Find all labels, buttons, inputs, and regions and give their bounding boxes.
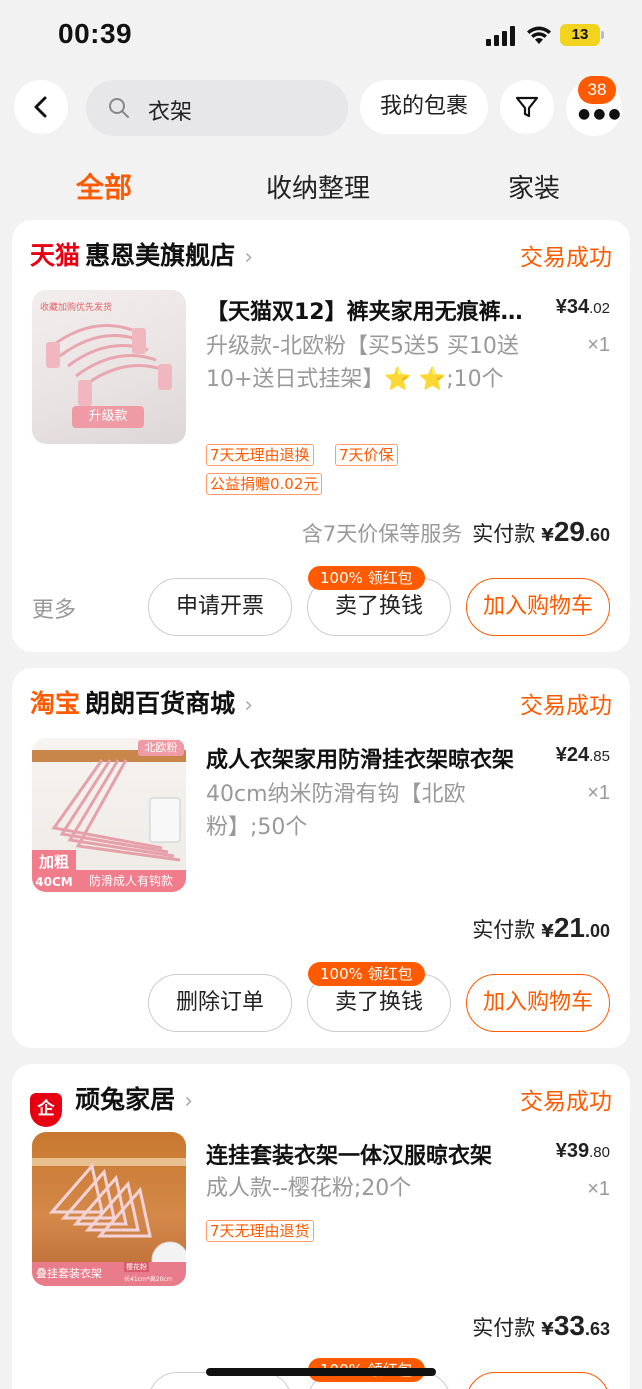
order-status: 交易成功: [520, 245, 612, 271]
back-button[interactable]: [14, 80, 68, 134]
chevron-right-icon: ›: [244, 245, 254, 270]
service-tag: 公益捐赠0.02元: [206, 473, 323, 495]
filter-button[interactable]: [500, 80, 554, 134]
tmall-logo: 天猫: [30, 241, 81, 270]
price-int: 34: [566, 296, 590, 318]
shop-name[interactable]: 顽兔家居: [75, 1085, 175, 1114]
product-sku: 升级款-北欧粉【买5送5 买10送10+送日式挂架】⭐ ⭐;10个: [206, 334, 519, 392]
search-icon: [109, 98, 129, 118]
search-toolbar: 衣架 我的包裹 ●●●: [0, 78, 642, 138]
product-price: ¥39.80: [555, 1140, 610, 1162]
thumb-size: 长41cm*高20cm: [124, 1276, 173, 1283]
service-tag: 7天价保: [335, 444, 398, 466]
notification-badge: 38: [578, 76, 616, 104]
paid-label: 实付款: [472, 1316, 536, 1340]
thumb-caption: 叠挂套装衣架: [36, 1267, 102, 1280]
paid-int: 21: [553, 912, 585, 943]
shop-row[interactable]: 淘宝 朗朗百货商城 › 交易成功: [30, 684, 612, 724]
paid-amount: 实付款 ¥33.63: [472, 1310, 610, 1341]
product-title[interactable]: 连挂套装衣架一体汉服晾衣架: [206, 1138, 536, 1170]
paid-label: 实付款: [472, 918, 536, 942]
order-card[interactable]: 淘宝 朗朗百货商城 › 交易成功 北欧粉 加粗 40CM 防滑成人有钩款 成人衣…: [12, 668, 630, 1048]
chevron-left-icon: [34, 96, 47, 118]
thumb-size-text: 40CM: [35, 875, 73, 889]
more-link[interactable]: 更多: [32, 592, 76, 624]
add-to-cart-button[interactable]: [466, 1372, 610, 1389]
product-price: ¥24.85: [555, 744, 610, 766]
order-status: 交易成功: [520, 693, 612, 719]
product-thumbnail[interactable]: 北欧粉 加粗 40CM 防滑成人有钩款: [32, 738, 186, 892]
product-title[interactable]: 成人衣架家用防滑挂衣架晾衣架: [206, 742, 536, 774]
add-to-cart-button[interactable]: 加入购物车: [466, 974, 610, 1032]
order-card[interactable]: 企 顽兔家居 › 交易成功 叠挂套装衣架 樱花粉 长41cm*高20cm 连挂套…: [12, 1064, 630, 1389]
product-price: ¥34.02: [555, 296, 610, 318]
product-thumbnail[interactable]: 收藏加购优先发货 升级款: [32, 290, 186, 444]
product-sku: 40cm纳米防滑有钩【北欧粉】;50个: [206, 782, 466, 840]
order-card[interactable]: 天猫 惠恩美旗舰店 › 交易成功 收藏加购优先发货 升级款 【天猫双12】裤夹家…: [12, 220, 630, 652]
thumb-bold-text: 加粗: [38, 853, 69, 871]
price-int: 24: [566, 744, 590, 766]
paid-label: 实付款: [472, 522, 536, 546]
service-tag: 7天无理由退换: [206, 444, 314, 466]
product-sku: 成人款--樱花粉;20个: [206, 1176, 412, 1201]
shop-name[interactable]: 朗朗百货商城: [85, 689, 235, 718]
price-dec: .80: [589, 1144, 610, 1161]
shop-name[interactable]: 惠恩美旗舰店: [85, 241, 235, 270]
product-qty: ×1: [587, 334, 610, 356]
paid-amount: 含7天价保等服务 实付款 ¥29.60: [301, 516, 610, 547]
category-tabs: 全部 收纳整理 家装: [0, 162, 642, 210]
paid-dec: .63: [584, 1319, 610, 1339]
price-int: 39: [566, 1140, 590, 1162]
status-time: 00:39: [58, 18, 133, 49]
search-input[interactable]: 衣架: [86, 80, 348, 136]
paid-int: 29: [553, 516, 585, 547]
chevron-right-icon: ›: [244, 693, 254, 718]
battery-cap: [601, 31, 604, 39]
thumb-label: 升级款: [72, 406, 144, 428]
search-query: 衣架: [148, 100, 193, 125]
paid-int: 33: [553, 1310, 585, 1341]
thumb-caption: 防滑成人有钩款: [76, 870, 186, 892]
price-dec: .02: [589, 300, 610, 317]
filter-icon: [515, 96, 539, 118]
product-thumbnail[interactable]: 叠挂套装衣架 樱花粉 长41cm*高20cm: [32, 1132, 186, 1286]
product-qty: ×1: [587, 782, 610, 804]
add-to-cart-button[interactable]: 加入购物车: [466, 578, 610, 636]
paid-dec: .60: [584, 525, 610, 545]
product-title[interactable]: 【天猫双12】裤夹家用无痕裤夹衣架: [206, 294, 536, 326]
price-dec: .85: [589, 748, 610, 765]
delete-order-button[interactable]: 删除订单: [148, 974, 292, 1032]
paid-dec: .00: [584, 921, 610, 941]
tab-all[interactable]: 全部: [76, 166, 132, 206]
battery-icon: 13: [560, 24, 600, 46]
cellular-signal-icon: [486, 26, 515, 46]
service-note: 含7天价保等服务: [301, 522, 463, 546]
product-qty: ×1: [587, 1178, 610, 1200]
wifi-icon: [527, 26, 551, 44]
shop-row[interactable]: 天猫 惠恩美旗舰店 › 交易成功: [30, 236, 612, 276]
shop-row[interactable]: 企 顽兔家居 › 交易成功: [30, 1080, 612, 1127]
thumb-badge: 加粗 40CM: [32, 850, 76, 892]
home-indicator: [206, 1368, 436, 1376]
paid-amount: 实付款 ¥21.00: [472, 912, 610, 943]
red-packet-ribbon: 100% 领红包: [308, 566, 425, 590]
my-parcels-button[interactable]: 我的包裹: [360, 80, 488, 134]
thumb-tag: 樱花粉: [124, 1262, 149, 1272]
tab-storage[interactable]: 收纳整理: [266, 168, 370, 205]
request-invoice-button[interactable]: 申请开票: [148, 578, 292, 636]
more-dots-icon: ●●●: [578, 106, 624, 122]
order-status: 交易成功: [520, 1089, 612, 1115]
service-tag: 7天无理由退货: [206, 1220, 314, 1242]
enterprise-shield-icon: 企: [30, 1093, 62, 1127]
taobao-logo: 淘宝: [30, 689, 81, 718]
red-packet-ribbon: 100% 领红包: [308, 962, 425, 986]
chevron-right-icon: ›: [184, 1089, 194, 1114]
status-bar: 00:39 13: [0, 0, 642, 72]
tab-home-decor[interactable]: 家装: [508, 168, 560, 205]
